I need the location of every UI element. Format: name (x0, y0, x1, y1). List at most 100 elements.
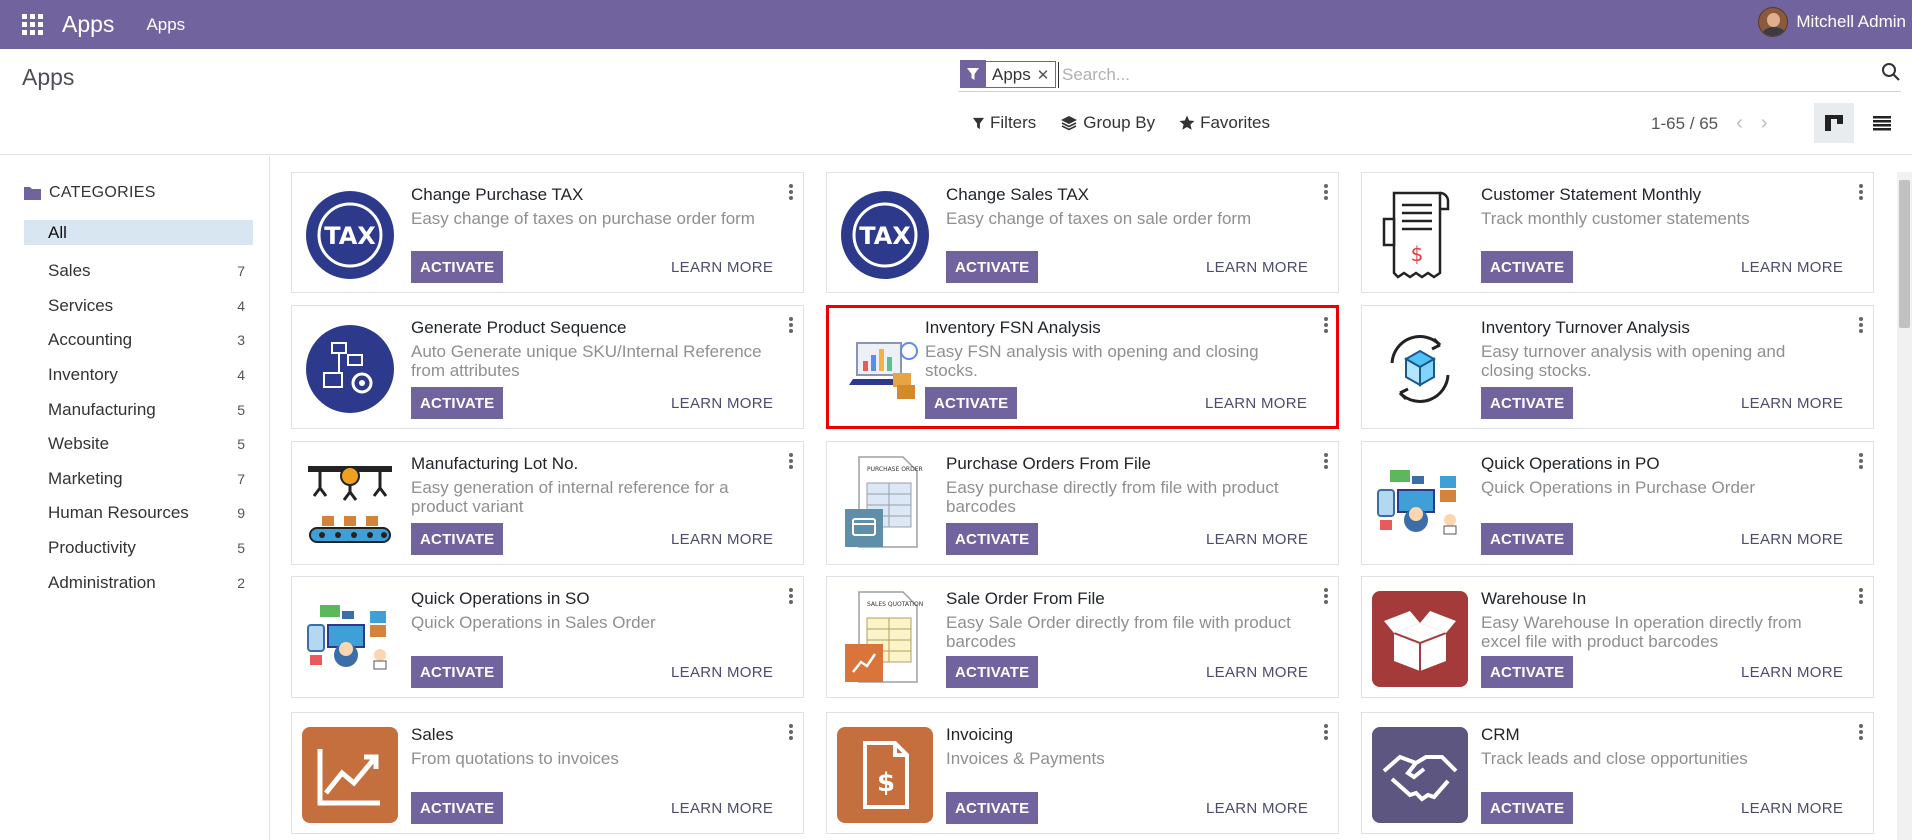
app-card[interactable]: Generate Product Sequence Auto Generate … (291, 305, 804, 429)
pager-next-icon[interactable]: › (1761, 112, 1768, 135)
learn-more-button[interactable]: LEARN MORE (1205, 395, 1307, 412)
activate-button[interactable]: ACTIVATE (1481, 656, 1574, 688)
activate-button[interactable]: ACTIVATE (946, 523, 1039, 555)
app-description: Track leads and close opportunities (1481, 749, 1748, 768)
learn-more-button[interactable]: LEARN MORE (671, 259, 773, 276)
category-sales[interactable]: Sales 7 (24, 254, 253, 289)
facet-remove-icon[interactable]: ✕ (1037, 66, 1056, 84)
activate-button[interactable]: ACTIVATE (411, 251, 504, 283)
activate-button[interactable]: ACTIVATE (946, 656, 1039, 688)
learn-more-button[interactable]: LEARN MORE (671, 800, 773, 817)
apps-menu-icon[interactable] (22, 13, 44, 36)
app-card[interactable]: Manufacturing Lot No. Easy generation of… (291, 441, 804, 565)
category-administration[interactable]: Administration 2 (24, 565, 253, 600)
vertical-scrollbar[interactable] (1897, 172, 1912, 840)
activate-button[interactable]: ACTIVATE (411, 523, 504, 555)
activate-button[interactable]: ACTIVATE (411, 656, 504, 688)
learn-more-button[interactable]: LEARN MORE (1741, 259, 1843, 276)
app-card[interactable]: PURCHASE ORDER Purchase Orders From File… (826, 441, 1339, 565)
kebab-menu-icon[interactable] (1324, 724, 1328, 742)
search-facet[interactable]: Apps ✕ (960, 60, 1057, 88)
category-marketing[interactable]: Marketing 7 (24, 462, 253, 497)
kebab-menu-icon[interactable] (789, 184, 793, 202)
app-card[interactable]: $ Invoicing Invoices & Payments ACTIVATE… (826, 712, 1339, 834)
app-description: Invoices & Payments (946, 749, 1105, 768)
kebab-menu-icon[interactable] (1324, 453, 1328, 471)
pager-prev-icon[interactable]: ‹ (1736, 112, 1743, 135)
category-count: 2 (237, 574, 245, 591)
kebab-menu-icon[interactable] (789, 724, 793, 742)
invoice-icon: $ (837, 727, 933, 823)
kanban-icon (1825, 115, 1843, 131)
category-services[interactable]: Services 4 (24, 289, 253, 324)
tax-icon: TAX (837, 187, 933, 283)
activate-button[interactable]: ACTIVATE (1481, 251, 1574, 283)
learn-more-button[interactable]: LEARN MORE (1206, 800, 1308, 817)
app-card[interactable]: Quick Operations in SO Quick Operations … (291, 576, 804, 698)
app-name: CRM (1481, 725, 1520, 744)
activate-button[interactable]: ACTIVATE (411, 387, 504, 419)
pager-value[interactable]: 1-65 / 65 (1651, 114, 1718, 134)
category-all[interactable]: All (24, 220, 253, 245)
kebab-menu-icon[interactable] (1859, 453, 1863, 471)
user-menu[interactable]: Mitchell Admin (1758, 7, 1906, 37)
learn-more-button[interactable]: LEARN MORE (671, 531, 773, 548)
kebab-menu-icon[interactable] (789, 317, 793, 335)
app-card[interactable]: SALES QUOTATION Sale Order From File Eas… (826, 576, 1339, 698)
learn-more-button[interactable]: LEARN MORE (671, 664, 773, 681)
learn-more-button[interactable]: LEARN MORE (1741, 395, 1843, 412)
app-card[interactable]: Inventory Turnover Analysis Easy turnove… (1361, 305, 1874, 429)
kebab-menu-icon[interactable] (1859, 184, 1863, 202)
activate-button[interactable]: ACTIVATE (946, 792, 1039, 824)
group-by-button[interactable]: Group By (1060, 113, 1155, 133)
activate-button[interactable]: ACTIVATE (946, 251, 1039, 283)
brand-title[interactable]: Apps (62, 11, 114, 38)
learn-more-button[interactable]: LEARN MORE (1741, 664, 1843, 681)
scrollbar-thumb[interactable] (1899, 180, 1910, 328)
learn-more-button[interactable]: LEARN MORE (1206, 664, 1308, 681)
category-human-resources[interactable]: Human Resources 9 (24, 496, 253, 531)
learn-more-button[interactable]: LEARN MORE (1741, 800, 1843, 817)
app-card[interactable]: CRM Track leads and close opportunities … (1361, 712, 1874, 834)
kebab-menu-icon[interactable] (789, 588, 793, 606)
category-inventory[interactable]: Inventory 4 (24, 358, 253, 393)
activate-button[interactable]: ACTIVATE (1481, 792, 1574, 824)
search-input[interactable] (1058, 62, 1758, 88)
category-website[interactable]: Website 5 (24, 427, 253, 462)
list-view-button[interactable] (1862, 103, 1902, 143)
kebab-menu-icon[interactable] (1324, 317, 1328, 335)
app-card-highlighted[interactable]: Inventory FSN Analysis Easy FSN analysis… (826, 305, 1339, 429)
learn-more-button[interactable]: LEARN MORE (1206, 531, 1308, 548)
kebab-menu-icon[interactable] (1324, 184, 1328, 202)
app-card[interactable]: TAX Change Sales TAX Easy change of taxe… (826, 172, 1339, 293)
app-name: Sale Order From File (946, 589, 1105, 608)
receipt-icon: $ (1372, 187, 1468, 283)
category-accounting[interactable]: Accounting 3 (24, 323, 253, 358)
category-manufacturing[interactable]: Manufacturing 5 (24, 392, 253, 427)
kebab-menu-icon[interactable] (1859, 588, 1863, 606)
activate-button[interactable]: ACTIVATE (925, 387, 1018, 419)
learn-more-button[interactable]: LEARN MORE (1741, 531, 1843, 548)
search-icon[interactable] (1881, 62, 1901, 87)
svg-text:$: $ (1411, 242, 1424, 266)
app-card[interactable]: Sales From quotations to invoices ACTIVA… (291, 712, 804, 834)
activate-button[interactable]: ACTIVATE (1481, 387, 1574, 419)
app-card[interactable]: $ Customer Statement Monthly Track month… (1361, 172, 1874, 293)
app-card[interactable]: Quick Operations in PO Quick Operations … (1361, 441, 1874, 565)
activate-button[interactable]: ACTIVATE (411, 792, 504, 824)
learn-more-button[interactable]: LEARN MORE (1206, 259, 1308, 276)
favorites-button[interactable]: Favorites (1179, 113, 1270, 133)
category-productivity[interactable]: Productivity 5 (24, 531, 253, 566)
app-name: Inventory Turnover Analysis (1481, 318, 1690, 337)
kebab-menu-icon[interactable] (1324, 588, 1328, 606)
app-card[interactable]: Warehouse In Easy Warehouse In operation… (1361, 576, 1874, 698)
kanban-view-button[interactable] (1814, 103, 1854, 143)
learn-more-button[interactable]: LEARN MORE (671, 395, 773, 412)
kebab-menu-icon[interactable] (789, 453, 793, 471)
activate-button[interactable]: ACTIVATE (1481, 523, 1574, 555)
kebab-menu-icon[interactable] (1859, 317, 1863, 335)
app-card[interactable]: TAX Change Purchase TAX Easy change of t… (291, 172, 804, 293)
filters-button[interactable]: Filters (972, 113, 1036, 133)
nav-menu-apps[interactable]: Apps (146, 15, 185, 35)
kebab-menu-icon[interactable] (1859, 724, 1863, 742)
